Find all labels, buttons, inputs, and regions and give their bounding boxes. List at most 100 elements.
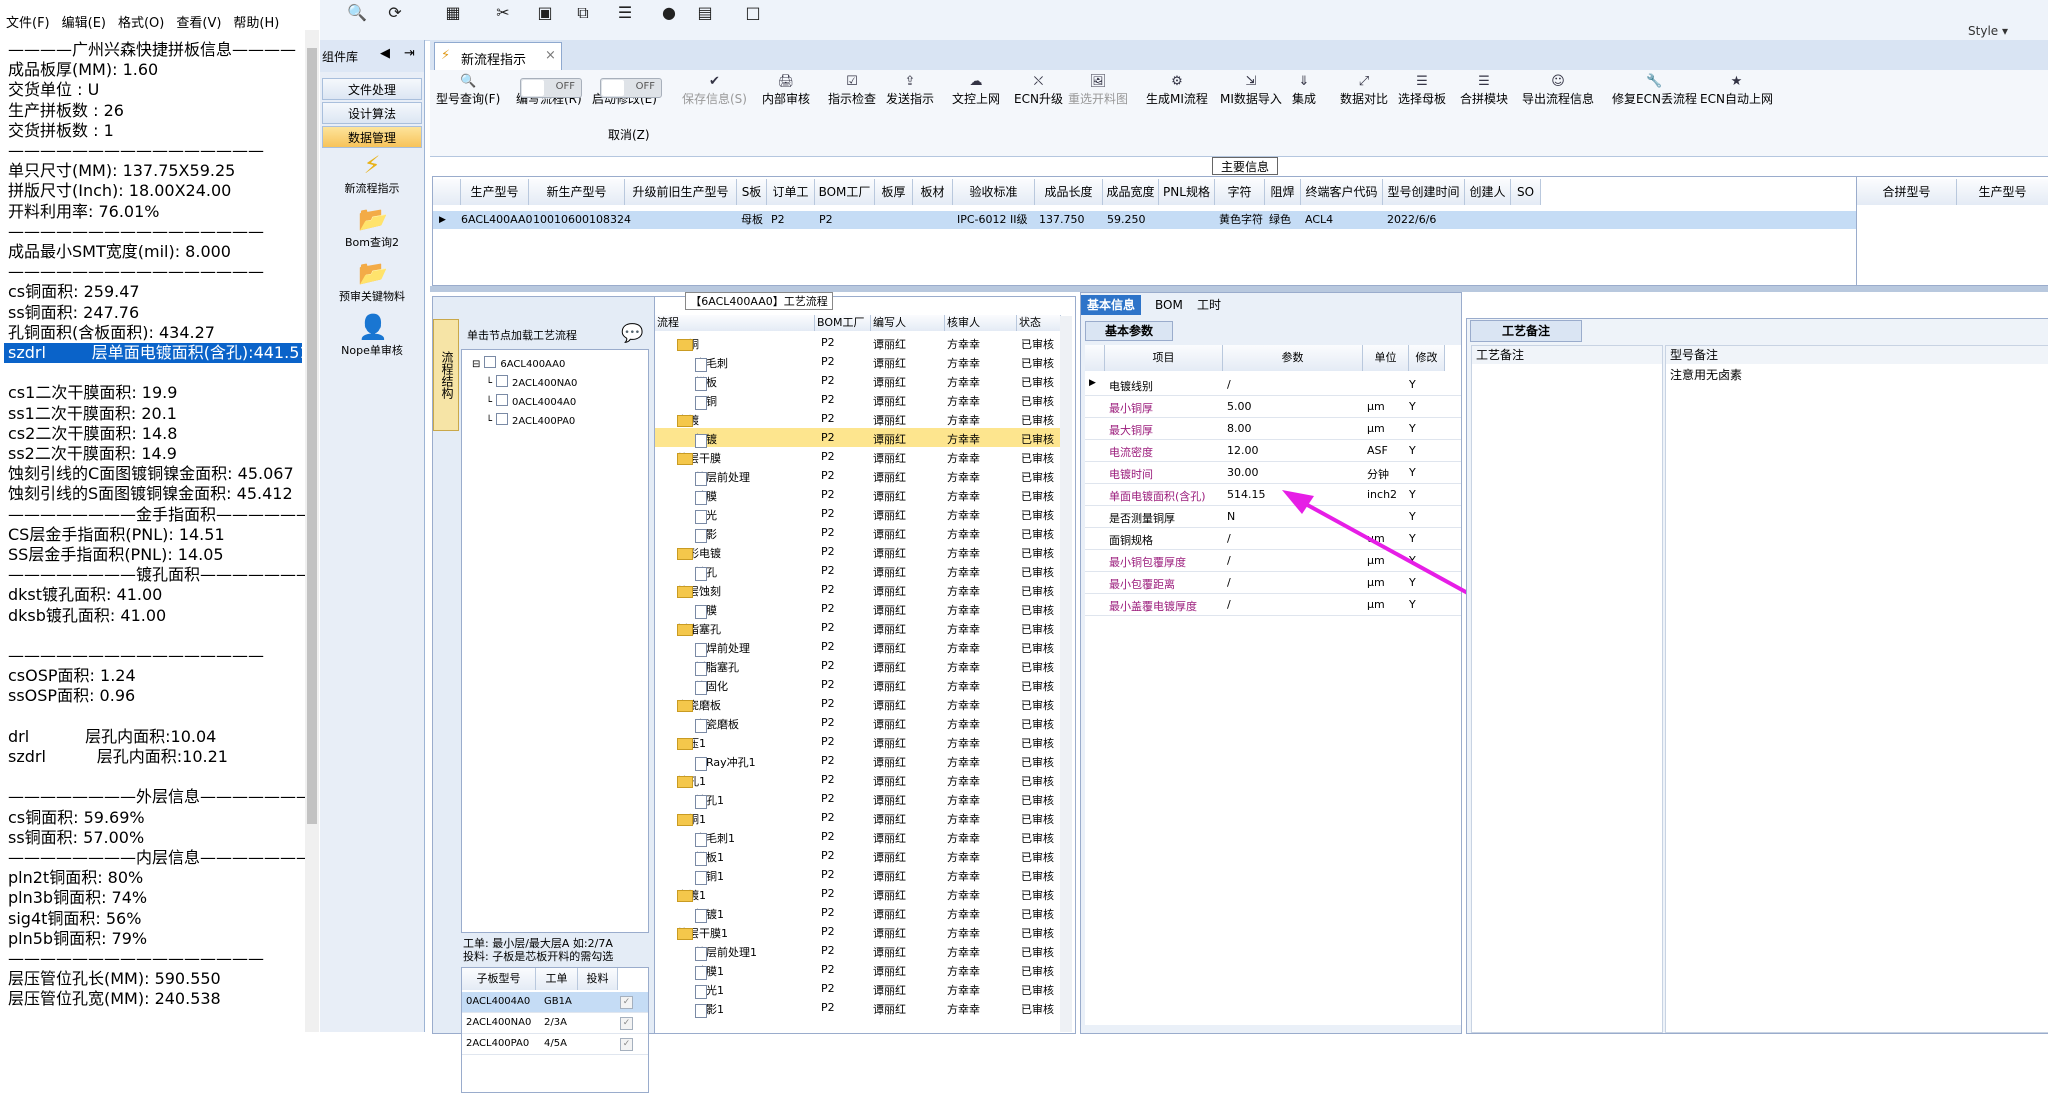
param-value[interactable]: 12.00 [1227, 444, 1259, 457]
subgrid-row[interactable]: 2ACL400PA0 4/5A ✓ [462, 1034, 648, 1055]
process-row[interactable]: 显影1 P2 谭丽红 方幸幸 已审核 [655, 998, 1061, 1018]
process-row[interactable]: 贴膜 P2 谭丽红 方幸幸 已审核 [655, 485, 1061, 505]
menu-item-4[interactable]: 帮助(H) [227, 12, 285, 31]
cancel-button[interactable]: 取消(Z) [608, 126, 650, 143]
process-row[interactable]: −外层干膜 P2 谭丽红 方幸幸 已审核 [655, 447, 1061, 466]
chart-icon[interactable]: ▤ [692, 3, 718, 25]
grid-header-15[interactable]: 型号创建时间 [1383, 179, 1465, 205]
process-row[interactable]: 陶瓷磨板 P2 谭丽红 方幸幸 已审核 [655, 713, 1061, 733]
param-value[interactable]: / [1227, 532, 1231, 545]
process-scrollbar[interactable] [1060, 316, 1072, 1032]
process-header-3[interactable]: 核审人 [945, 315, 1017, 331]
ribbon-button-0[interactable]: 🔍 型号查询(F) [436, 74, 500, 107]
process-remark-box[interactable]: 工艺备注 [1471, 345, 1663, 1033]
process-header-4[interactable]: 状态 [1017, 315, 1061, 331]
param-row[interactable]: ▶ 电镀线别 / Y [1085, 373, 1461, 396]
list-icon[interactable]: ☰ [612, 3, 638, 25]
grid-header-6[interactable]: 板厚 [875, 179, 913, 205]
ribbon-button-14[interactable]: ☰ 选择母板 [1398, 74, 1446, 107]
feed-checkbox[interactable]: ✓ [620, 1038, 633, 1051]
grid-header-7[interactable]: 板材 [913, 179, 953, 205]
grid-header-17[interactable]: SO [1511, 179, 1541, 205]
menu-item-1[interactable]: 编辑(E) [56, 12, 112, 31]
param-row[interactable]: 电镀时间 30.00 分钟 Y [1085, 461, 1461, 484]
process-row[interactable]: 钻孔1 P2 谭丽红 方幸幸 已审核 [655, 789, 1061, 809]
info-header-2[interactable]: 单位 [1363, 345, 1409, 371]
board-tree-node[interactable]: └ 2ACL400NA0 [486, 375, 577, 389]
subgrid-row[interactable]: 2ACL400NA0 2/3A ✓ [462, 1013, 648, 1034]
grid-header-9[interactable]: 成品长度 [1035, 179, 1103, 205]
process-row[interactable]: 显影 P2 谭丽红 方幸幸 已审核 [655, 523, 1061, 543]
grid-header-10[interactable]: 成品宽度 [1103, 179, 1159, 205]
grid-header-12[interactable]: 字符 [1215, 179, 1265, 205]
process-row[interactable]: 树脂塞孔 P2 谭丽红 方幸幸 已审核 [655, 656, 1061, 676]
process-row[interactable]: 沉铜1 P2 谭丽红 方幸幸 已审核 [655, 865, 1061, 885]
info-header-0[interactable]: 项目 [1105, 345, 1223, 371]
process-row[interactable]: 外层前处理 P2 谭丽红 方幸幸 已审核 [655, 466, 1061, 486]
feed-checkbox[interactable]: ✓ [620, 996, 633, 1009]
subgrid-row[interactable]: 0ACL4004A0 GB1A ✓ [462, 992, 648, 1013]
grid-header-1[interactable]: 新生产型号 [529, 179, 625, 205]
info-header-3[interactable]: 修改 [1409, 345, 1445, 371]
toggle-switch-1[interactable]: OFF [600, 78, 662, 98]
menu-item-2[interactable]: 格式(O) [112, 12, 170, 31]
cut-icon[interactable]: ✂ [490, 3, 516, 25]
copy-icon[interactable]: ⧉ [570, 3, 596, 25]
process-header-2[interactable]: 编写人 [871, 315, 945, 331]
feed-checkbox[interactable]: ✓ [620, 1017, 633, 1030]
ribbon-button-16[interactable]: ☺ 导出流程信息 [1522, 74, 1594, 107]
process-row[interactable]: −钻孔1 P2 谭丽红 方幸幸 已审核 [655, 770, 1061, 789]
grid-header-2[interactable]: 升级前旧生产型号 [625, 179, 737, 205]
search-icon[interactable]: 🔍 [344, 3, 370, 25]
param-value[interactable]: / [1227, 378, 1231, 391]
style-menu[interactable]: Style ▾ [1968, 24, 2008, 38]
ribbon-button-6[interactable]: ⇪ 发送指示 [886, 74, 934, 107]
ribbon-button-7[interactable]: ☁ 文控上网 [952, 74, 1000, 107]
refresh-icon[interactable]: ⟳ [382, 3, 408, 25]
process-row[interactable]: −外层干膜1 P2 谭丽红 方幸幸 已审核 [655, 922, 1061, 941]
tab-info-1[interactable]: BOM [1149, 295, 1189, 315]
toggle-switch-0[interactable]: OFF [520, 78, 582, 98]
ribbon-button-11[interactable]: ⇲ MI数据导入 [1220, 74, 1282, 107]
ribbon-button-5[interactable]: ☑ 指示检查 [828, 74, 876, 107]
param-value[interactable]: 30.00 [1227, 466, 1259, 479]
process-row[interactable]: −树脂塞孔 P2 谭丽红 方幸幸 已审核 [655, 618, 1061, 637]
chevron-left-icon[interactable]: ◀ [380, 46, 390, 61]
tab-info-2[interactable]: 工时 [1191, 295, 1227, 315]
pin-icon[interactable]: ⇥ [404, 46, 415, 61]
grid-header-8[interactable]: 验收标准 [953, 179, 1035, 205]
process-row[interactable]: −图形电镀 P2 谭丽红 方幸幸 已审核 [655, 542, 1061, 561]
nav-launcher-3[interactable]: 👤 Nope单审核 [320, 314, 424, 358]
nav-item-0[interactable]: 文件处理 [322, 78, 422, 100]
process-header-0[interactable]: 流程 [655, 315, 815, 331]
side-header-0[interactable]: 合拼型号 [1857, 179, 1957, 205]
process-row[interactable]: 板镀 P2 谭丽红 方幸幸 已审核 [655, 428, 1061, 448]
process-row[interactable]: 去毛刺 P2 谭丽红 方幸幸 已审核 [655, 352, 1061, 372]
param-value[interactable]: N [1227, 510, 1235, 523]
model-remark-box[interactable]: 型号备注 注意用无卤素 [1665, 345, 2048, 1033]
process-row[interactable]: −外层蚀刻 P2 谭丽红 方幸幸 已审核 [655, 580, 1061, 599]
process-row[interactable]: 烘板1 P2 谭丽红 方幸幸 已审核 [655, 846, 1061, 866]
nav-launcher-0[interactable]: ⚡ 新流程指示 [320, 152, 424, 196]
process-row[interactable]: −电镀 P2 谭丽红 方幸幸 已审核 [655, 409, 1061, 428]
nav-item-1[interactable]: 设计算法 [322, 102, 422, 124]
tab-new-process[interactable]: ⚡ 新流程指示 × [434, 42, 562, 70]
grid-icon[interactable]: ▦ [440, 3, 466, 25]
ribbon-button-3[interactable]: ✔ 保存信息(S) [682, 74, 747, 107]
tab-process-remarks[interactable]: 工艺备注 [1470, 320, 1582, 342]
process-row[interactable]: X-Ray冲孔1 P2 谭丽红 方幸幸 已审核 [655, 751, 1061, 771]
process-row[interactable]: −沉铜 P2 谭丽红 方幸幸 已审核 [655, 333, 1061, 352]
ribbon-button-18[interactable]: ★ ECN自动上网 [1700, 74, 1773, 107]
user-icon[interactable]: ● [656, 3, 682, 25]
param-value[interactable]: 8.00 [1227, 422, 1252, 435]
nav-launcher-1[interactable]: 📂 Bom查询2 [320, 206, 424, 250]
process-row[interactable]: 外层前处理1 P2 谭丽红 方幸幸 已审核 [655, 941, 1061, 961]
board-tree-node[interactable]: └ 2ACL400PA0 [486, 413, 575, 427]
process-row[interactable]: −电镀1 P2 谭丽红 方幸幸 已审核 [655, 884, 1061, 903]
process-row[interactable]: 贴膜1 P2 谭丽红 方幸幸 已审核 [655, 960, 1061, 980]
grid-header-5[interactable]: BOM工厂 [815, 179, 875, 205]
process-row[interactable]: 曝光 P2 谭丽红 方幸幸 已审核 [655, 504, 1061, 524]
ribbon-button-10[interactable]: ⚙ 生成MI流程 [1146, 74, 1208, 107]
ribbon-button-8[interactable]: ⛌ ECN升级 [1014, 74, 1063, 107]
grid-header-4[interactable]: 订单工厂 [767, 179, 815, 225]
